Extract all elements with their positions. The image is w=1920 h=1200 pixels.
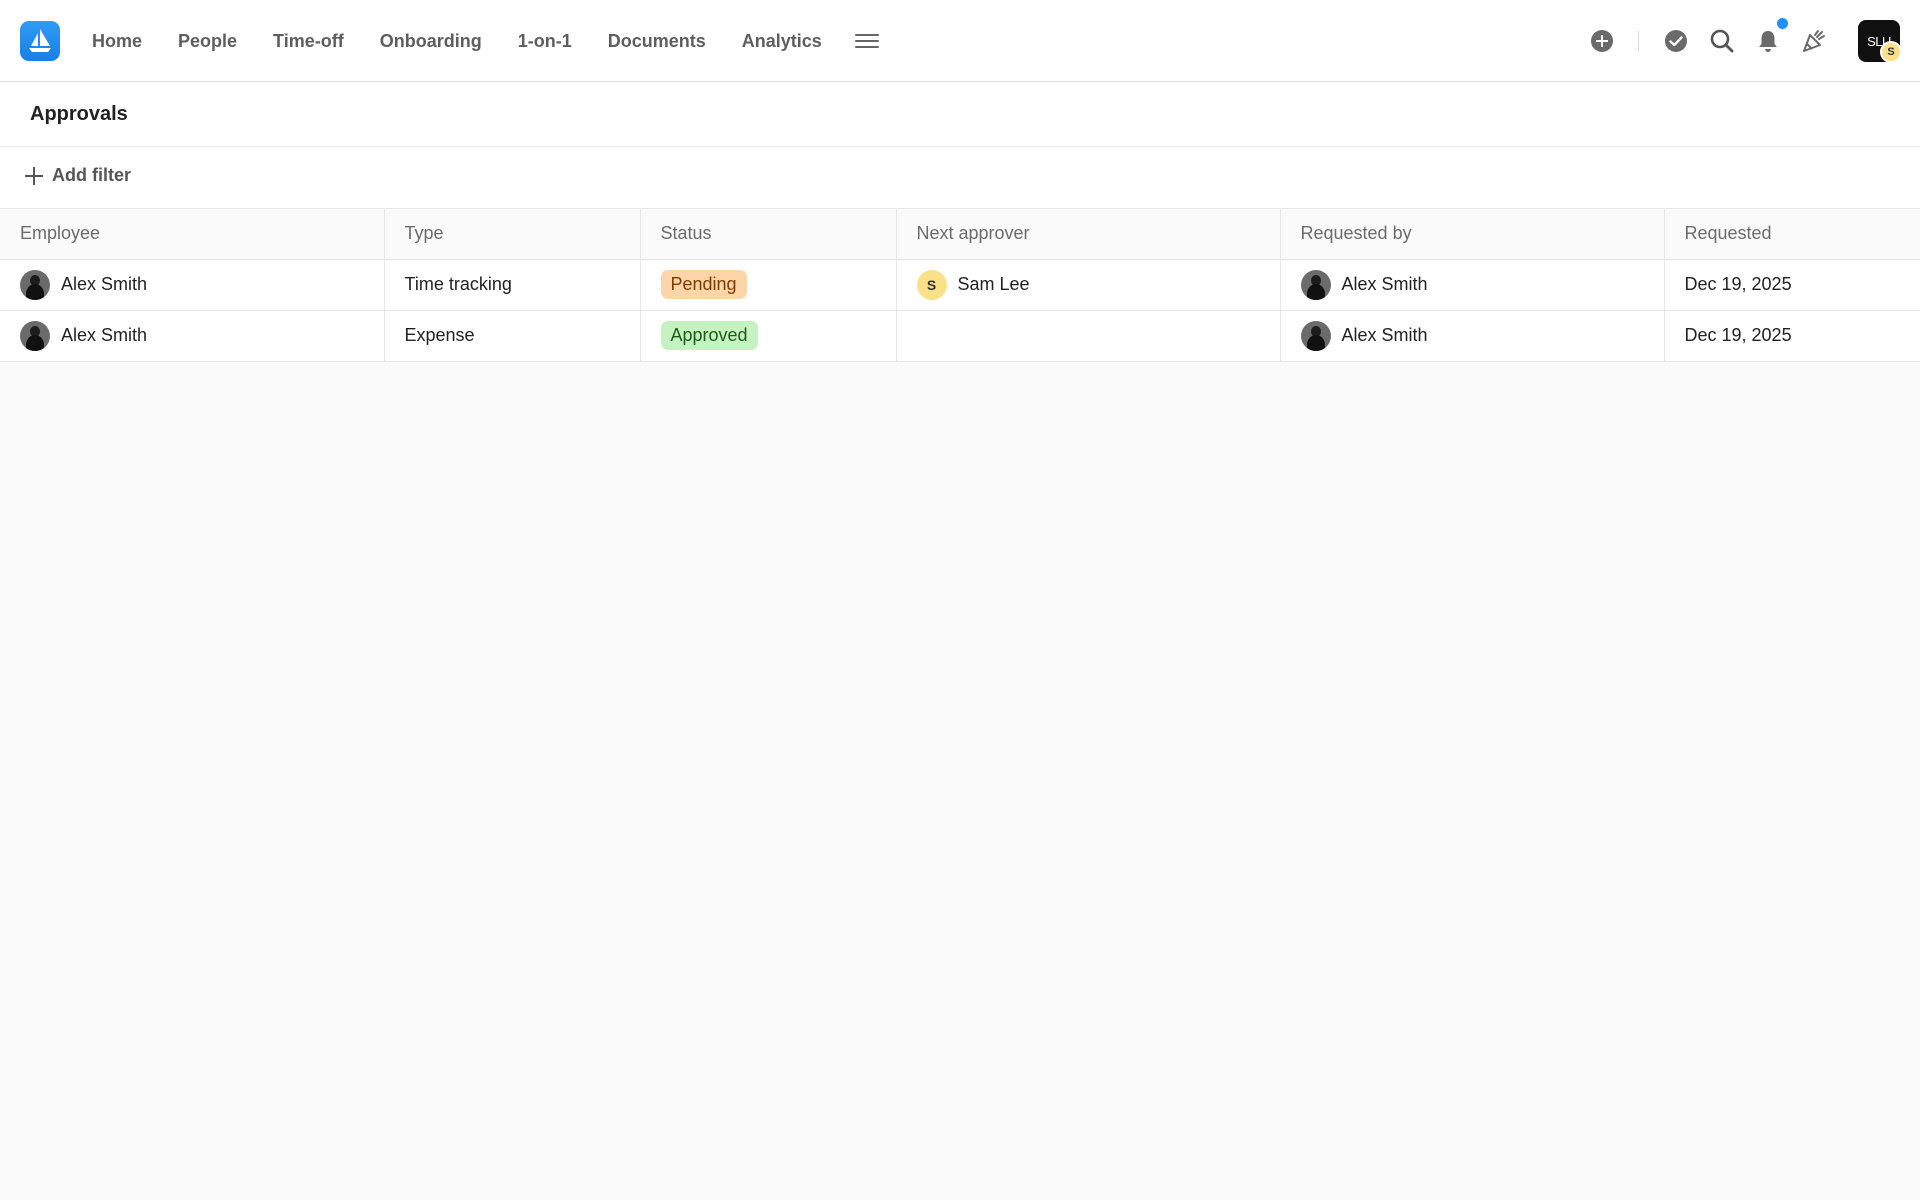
- account-initial-badge: S: [1880, 41, 1902, 63]
- top-navigation-bar: Home People Time-off Onboarding 1-on-1 D…: [0, 0, 1920, 82]
- column-header-type[interactable]: Type: [384, 209, 641, 260]
- type-cell: Expense: [384, 310, 641, 362]
- table-row[interactable]: Alex Smith Expense Approved Alex Smith D…: [0, 310, 1920, 362]
- employee-name: Alex Smith: [61, 274, 148, 294]
- app-logo-icon[interactable]: [20, 21, 60, 61]
- next-approver-cell: [896, 310, 1281, 362]
- hamburger-menu-icon[interactable]: [855, 30, 879, 52]
- page-header: Approvals: [0, 82, 1920, 147]
- avatar: [1300, 320, 1331, 351]
- status-badge: Approved: [660, 321, 758, 350]
- next-approver-name: Sam Lee: [957, 274, 1030, 294]
- page-title: Approvals: [30, 103, 128, 125]
- employee-name: Alex Smith: [61, 325, 148, 345]
- table-header-row: Employee Type Status Next approver Reque…: [0, 209, 1920, 260]
- check-circle-icon[interactable]: [1662, 27, 1690, 55]
- nav-item-onboarding[interactable]: Onboarding: [380, 31, 482, 52]
- column-header-status[interactable]: Status: [640, 209, 897, 260]
- nav-item-analytics[interactable]: Analytics: [742, 31, 822, 52]
- column-header-employee[interactable]: Employee: [0, 209, 385, 260]
- toolbar-divider: [1638, 31, 1639, 51]
- nav-item-1-on-1[interactable]: 1-on-1: [518, 31, 572, 52]
- requested-by-cell: Alex Smith: [1280, 310, 1665, 362]
- nav-item-people[interactable]: People: [178, 31, 237, 52]
- search-icon[interactable]: [1708, 27, 1736, 55]
- requested-by-name: Alex Smith: [1341, 274, 1428, 294]
- column-header-requested[interactable]: Requested: [1664, 209, 1920, 260]
- status-badge: Pending: [660, 270, 747, 299]
- avatar: [20, 269, 50, 300]
- column-header-next-approver[interactable]: Next approver: [896, 209, 1281, 260]
- filter-bar: Add filter: [0, 147, 1920, 209]
- avatar: [20, 320, 50, 351]
- nav-item-home[interactable]: Home: [92, 31, 142, 52]
- column-header-requested-by[interactable]: Requested by: [1280, 209, 1665, 260]
- plus-icon: [24, 166, 44, 186]
- add-filter-button[interactable]: Add filter: [24, 165, 131, 186]
- requested-date-cell: Dec 19, 2025: [1664, 310, 1920, 362]
- status-cell: Approved: [640, 310, 897, 362]
- next-approver-cell: S Sam Lee: [896, 259, 1281, 311]
- notifications-bell-icon[interactable]: [1754, 27, 1782, 55]
- table-row[interactable]: Alex Smith Time tracking Pending S Sam L…: [0, 259, 1920, 311]
- celebration-icon[interactable]: [1800, 27, 1828, 55]
- avatar: S: [916, 269, 947, 300]
- employee-cell: Alex Smith: [0, 259, 385, 311]
- employee-cell: Alex Smith: [0, 310, 385, 362]
- nav-item-documents[interactable]: Documents: [608, 31, 706, 52]
- type-cell: Time tracking: [384, 259, 641, 311]
- notification-dot: [1777, 18, 1788, 29]
- main-nav: Home People Time-off Onboarding 1-on-1 D…: [92, 0, 858, 82]
- status-cell: Pending: [640, 259, 897, 311]
- add-filter-label: Add filter: [52, 165, 131, 185]
- approvals-table: Employee Type Status Next approver Reque…: [0, 209, 1920, 362]
- requested-by-cell: Alex Smith: [1280, 259, 1665, 311]
- avatar: [1300, 269, 1331, 300]
- requested-by-name: Alex Smith: [1341, 325, 1428, 345]
- add-circle-icon[interactable]: [1588, 27, 1616, 55]
- requested-date-cell: Dec 19, 2025: [1664, 259, 1920, 311]
- nav-item-time-off[interactable]: Time-off: [273, 31, 344, 52]
